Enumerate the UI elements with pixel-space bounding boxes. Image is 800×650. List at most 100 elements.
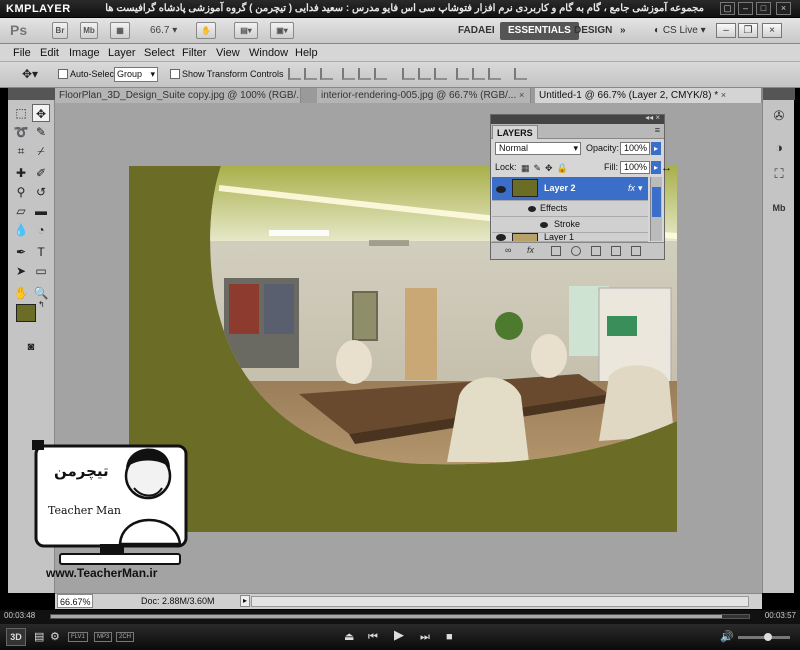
- fx-icon[interactable]: fx: [628, 181, 635, 196]
- dodge-tool-icon[interactable]: ◔: [32, 221, 50, 239]
- blur-tool-icon[interactable]: 💧: [12, 221, 30, 239]
- opacity-slider-arrow[interactable]: ▸: [651, 142, 661, 155]
- distribute-top-icon[interactable]: [402, 68, 415, 80]
- eject-icon[interactable]: ⏏: [344, 631, 354, 643]
- hand-tool-chip[interactable]: ✋: [196, 22, 216, 39]
- player-maximize-button[interactable]: □: [756, 2, 771, 15]
- hand-tool-icon[interactable]: ✋: [12, 284, 30, 302]
- distribute-hcenter-icon[interactable]: [472, 68, 485, 80]
- adjustment-layer-icon[interactable]: [571, 246, 581, 256]
- align-top-icon[interactable]: [288, 68, 301, 80]
- auto-select-checkbox[interactable]: [58, 69, 68, 79]
- ps-close-button[interactable]: ×: [762, 23, 782, 38]
- layer-row-layer-1[interactable]: Layer 1: [492, 233, 648, 242]
- menu-window[interactable]: Window: [249, 46, 288, 60]
- arrange-documents-button[interactable]: ▤▾: [234, 22, 258, 39]
- move-tool-preset-icon[interactable]: ✥▾: [22, 67, 38, 81]
- zoom-level-dropdown[interactable]: 66.7 ▾: [150, 23, 177, 39]
- rect-marquee-tool-icon[interactable]: ⬚: [12, 104, 30, 122]
- player-close-button[interactable]: ×: [776, 2, 791, 15]
- screen-mode-button[interactable]: ▣▾: [270, 22, 294, 39]
- cs-live-menu[interactable]: ◐ CS Live ▾: [654, 23, 706, 39]
- opacity-input[interactable]: 100%: [620, 142, 650, 155]
- stroke-effect-row[interactable]: Stroke: [492, 217, 648, 233]
- align-vcenter-icon[interactable]: [304, 68, 317, 80]
- menu-layer[interactable]: Layer: [108, 46, 136, 60]
- menu-image[interactable]: Image: [69, 46, 100, 60]
- shape-tool-icon[interactable]: ▭: [32, 262, 50, 280]
- eraser-tool-icon[interactable]: ▱: [12, 202, 30, 220]
- gradient-tool-icon[interactable]: ▬: [32, 202, 50, 220]
- menu-help[interactable]: Help: [295, 46, 318, 60]
- show-transform-checkbox[interactable]: [170, 69, 180, 79]
- collapse-icon[interactable]: ◂◂ ×: [645, 113, 660, 122]
- auto-align-layers-icon[interactable]: [514, 68, 527, 80]
- mini-bridge-panel-icon[interactable]: Mb: [771, 200, 787, 216]
- previous-icon[interactable]: ⏮: [368, 631, 378, 643]
- lock-icons[interactable]: ▦✎✥🔒: [521, 163, 572, 174]
- layers-scroll-thumb[interactable]: [652, 187, 661, 217]
- volume-knob[interactable]: [764, 633, 772, 641]
- close-icon[interactable]: ×: [721, 90, 726, 100]
- menu-view[interactable]: View: [216, 46, 240, 60]
- crop-tool-icon[interactable]: ⌗: [12, 142, 30, 160]
- quick-mask-icon[interactable]: ◙: [22, 338, 40, 356]
- new-group-icon[interactable]: [591, 246, 601, 256]
- play-icon[interactable]: ▶: [394, 628, 404, 641]
- type-tool-icon[interactable]: T: [32, 243, 50, 261]
- menu-select[interactable]: Select: [144, 46, 175, 60]
- ps-minimize-button[interactable]: –: [716, 23, 736, 38]
- brush-tool-icon[interactable]: ✐: [32, 164, 50, 182]
- lasso-tool-icon[interactable]: ➰: [12, 123, 30, 141]
- stroke-eye-icon[interactable]: [540, 222, 548, 228]
- volume-icon[interactable]: 🔊: [720, 631, 734, 643]
- tab-layers[interactable]: LAYERS: [492, 125, 538, 139]
- fill-slider-arrow[interactable]: ▸: [651, 161, 661, 174]
- zoom-percentage-field[interactable]: 66.67%: [57, 594, 93, 608]
- panel-menu-icon[interactable]: ≡: [655, 125, 660, 135]
- foreground-color-swatch[interactable]: [16, 304, 36, 322]
- menu-filter[interactable]: Filter: [182, 46, 206, 60]
- pen-tool-icon[interactable]: ✒: [12, 243, 30, 261]
- status-menu-arrow-icon[interactable]: ▸: [240, 595, 250, 607]
- align-bottom-icon[interactable]: [320, 68, 333, 80]
- more-workspaces-icon[interactable]: »: [612, 22, 634, 40]
- new-layer-icon[interactable]: [611, 246, 621, 256]
- settings-gear-icon[interactable]: ⚙: [50, 631, 60, 643]
- add-mask-icon[interactable]: [551, 246, 561, 256]
- move-tool-icon[interactable]: ✥: [32, 104, 50, 122]
- auto-select-target-select[interactable]: Group ▾: [114, 67, 158, 82]
- seek-bar[interactable]: [50, 614, 750, 619]
- path-select-tool-icon[interactable]: ➤: [12, 262, 30, 280]
- distribute-vcenter-icon[interactable]: [418, 68, 431, 80]
- player-pin-button[interactable]: ▢: [720, 2, 735, 15]
- stop-icon[interactable]: ■: [446, 631, 453, 643]
- fill-input[interactable]: 100%: [620, 161, 650, 174]
- align-left-icon[interactable]: [342, 68, 355, 80]
- effects-row[interactable]: Effects: [492, 201, 648, 217]
- eyedropper-tool-icon[interactable]: ⌿: [32, 142, 50, 160]
- horizontal-scrollbar[interactable]: [251, 596, 749, 607]
- close-icon[interactable]: ×: [519, 90, 524, 100]
- view-extras-button[interactable]: ▦: [110, 22, 130, 39]
- mini-bridge-button[interactable]: Mb: [80, 22, 98, 39]
- visibility-eye-icon[interactable]: [496, 234, 506, 241]
- workspace-fadaei[interactable]: FADAEI: [450, 22, 503, 40]
- align-right-icon[interactable]: [374, 68, 387, 80]
- dock-header[interactable]: [763, 88, 795, 100]
- menu-edit[interactable]: Edit: [40, 46, 59, 60]
- layers-panel-header[interactable]: ◂◂ ×: [491, 113, 664, 124]
- next-icon[interactable]: ⏭: [420, 631, 430, 643]
- tab-untitled-1[interactable]: Untitled-1 @ 66.7% (Layer 2, CMYK/8) * ×: [535, 88, 762, 103]
- clone-stamp-tool-icon[interactable]: ⚲: [12, 183, 30, 201]
- swap-colors-icon[interactable]: ↰: [38, 300, 45, 309]
- layer-row-layer-2[interactable]: Layer 2 fx ▾: [492, 177, 648, 201]
- tab-interior-rendering[interactable]: interior-rendering-005.jpg @ 66.7% (RGB/…: [317, 88, 531, 103]
- tools-panel-header[interactable]: [8, 88, 55, 100]
- add-style-icon[interactable]: fx: [527, 245, 534, 255]
- adjustments-panel-icon[interactable]: ◑: [771, 140, 787, 156]
- bridge-button[interactable]: Br: [52, 22, 68, 39]
- distribute-right-icon[interactable]: [488, 68, 501, 80]
- healing-brush-tool-icon[interactable]: ✚: [12, 164, 30, 182]
- blend-mode-select[interactable]: Normal ▾: [495, 142, 581, 155]
